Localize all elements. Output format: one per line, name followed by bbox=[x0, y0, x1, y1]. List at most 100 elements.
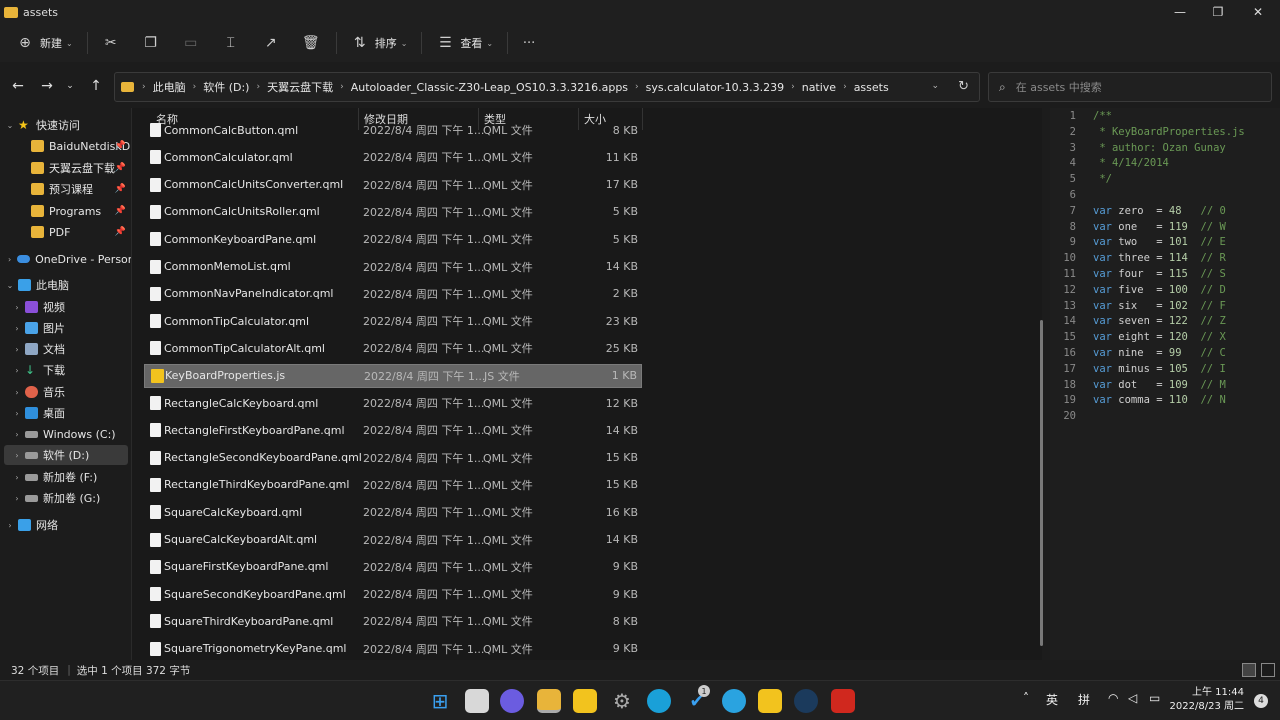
chevron-right-icon[interactable]: › bbox=[5, 521, 15, 530]
back-button[interactable]: ← bbox=[8, 76, 28, 96]
table-row[interactable]: CommonNavPaneIndicator.qml 2022/8/4 周四 下午… bbox=[144, 282, 642, 306]
sidebar-item-programs[interactable]: Programs 📌 bbox=[0, 201, 131, 221]
copy-button[interactable]: ❐ bbox=[142, 28, 160, 58]
chevron-down-icon[interactable]: ⌄ bbox=[5, 121, 15, 130]
edge-browser-icon[interactable] bbox=[647, 689, 671, 713]
recent-chevron-icon[interactable]: ⌄ bbox=[60, 76, 80, 96]
more-button[interactable]: ··· bbox=[520, 28, 538, 58]
address-dropdown-icon[interactable]: ⌄ bbox=[931, 81, 939, 91]
rename-button[interactable]: ⌶ bbox=[222, 28, 240, 58]
sidebar-item-drive-c[interactable]: › Windows (C:) bbox=[0, 424, 131, 444]
table-row[interactable]: CommonCalcUnitsConverter.qml 2022/8/4 周四 … bbox=[144, 173, 642, 197]
sidebar-item-videos[interactable]: › 视频 bbox=[0, 297, 131, 317]
paste-button[interactable]: ▭ bbox=[182, 28, 200, 58]
chevron-right-icon[interactable]: › bbox=[12, 473, 22, 482]
chevron-right-icon[interactable]: › bbox=[12, 388, 22, 397]
table-row[interactable]: SquareThirdKeyboardPane.qml 2022/8/4 周四 下… bbox=[144, 609, 642, 633]
pdf-reader-icon[interactable] bbox=[831, 689, 855, 713]
sidebar-item-drive-f[interactable]: › 新加卷 (F:) bbox=[0, 467, 131, 487]
file-explorer-icon[interactable] bbox=[537, 689, 561, 713]
table-row[interactable]: CommonCalcUnitsRoller.qml 2022/8/4 周四 下午 … bbox=[144, 200, 642, 224]
address-bar[interactable]: › 此电脑 › 软件 (D:) › 天翼云盘下载 › Autoloader_Cl… bbox=[114, 72, 980, 102]
table-row[interactable]: CommonTipCalculator.qml 2022/8/4 周四 下午 1.… bbox=[144, 309, 642, 333]
sidebar-item-tianyi[interactable]: 天翼云盘下载 📌 bbox=[0, 158, 131, 178]
tray-chevron-up-icon[interactable]: ˄ bbox=[1023, 691, 1029, 705]
close-button[interactable]: ✕ bbox=[1240, 0, 1276, 24]
table-row[interactable]: RectangleSecondKeyboardPane.qml 2022/8/4 … bbox=[144, 446, 642, 470]
delete-button[interactable]: 🗑 bbox=[302, 28, 320, 58]
table-row[interactable]: RectangleThirdKeyboardPane.qml 2022/8/4 周… bbox=[144, 473, 642, 497]
chevron-right-icon[interactable]: › bbox=[12, 303, 22, 312]
breadcrumb-item[interactable]: native bbox=[802, 81, 836, 94]
telegram-icon[interactable] bbox=[722, 689, 746, 713]
new-button[interactable]: ⊕ 新建 ⌄ bbox=[16, 28, 73, 58]
chevron-right-icon[interactable]: › bbox=[12, 345, 22, 354]
table-row[interactable]: SquareCalcKeyboardAlt.qml 2022/8/4 周四 下午 … bbox=[144, 528, 642, 552]
table-row[interactable]: CommonCalculator.qml 2022/8/4 周四 下午 1... Q… bbox=[144, 145, 642, 169]
breadcrumb-item[interactable]: 软件 (D:) bbox=[203, 79, 249, 95]
chevron-right-icon[interactable]: › bbox=[12, 430, 22, 439]
sidebar-item-drive-d[interactable]: › 软件 (D:) bbox=[4, 445, 128, 465]
system-clock[interactable]: 上午 11:44 2022/8/23 周二 bbox=[1170, 686, 1244, 714]
details-view-icon[interactable] bbox=[1242, 663, 1256, 677]
sidebar-item-downloads[interactable]: › ↓ 下载 bbox=[0, 360, 131, 380]
cut-button[interactable]: ✂ bbox=[102, 28, 120, 58]
table-row[interactable]: KeyBoardProperties.js 2022/8/4 周四 下午 1...… bbox=[144, 363, 642, 388]
share-button[interactable]: ↗ bbox=[262, 28, 280, 58]
windows-start-icon[interactable]: ⊞ bbox=[428, 689, 452, 713]
task-view-icon[interactable] bbox=[465, 689, 489, 713]
table-row[interactable]: CommonTipCalculatorAlt.qml 2022/8/4 周四 下午… bbox=[144, 336, 642, 360]
table-row[interactable]: RectangleFirstKeyboardPane.qml 2022/8/4 周… bbox=[144, 418, 642, 442]
forward-button[interactable]: → bbox=[37, 76, 57, 96]
maximize-button[interactable]: ❐ bbox=[1200, 0, 1236, 24]
table-row[interactable]: SquareSecondKeyboardPane.qml 2022/8/4 周四 … bbox=[144, 582, 642, 606]
table-row[interactable]: RectangleCalcKeyboard.qml 2022/8/4 周四 下午 … bbox=[144, 391, 642, 415]
wifi-icon[interactable]: ◠ bbox=[1108, 691, 1118, 705]
chevron-right-icon[interactable]: › bbox=[5, 255, 14, 264]
refresh-icon[interactable]: ↻ bbox=[958, 79, 969, 94]
sidebar-item-desktop[interactable]: › 桌面 bbox=[0, 403, 131, 423]
sticky-notes-icon[interactable] bbox=[573, 689, 597, 713]
chevron-right-icon[interactable]: › bbox=[12, 324, 22, 333]
battery-icon[interactable]: ▭ bbox=[1149, 691, 1160, 705]
search-box[interactable]: ⌕ bbox=[988, 72, 1272, 102]
sidebar-item-documents[interactable]: › 文档 bbox=[0, 339, 131, 359]
tiles-view-icon[interactable] bbox=[1261, 663, 1275, 677]
table-row[interactable]: CommonCalcButton.qml 2022/8/4 周四 下午 1... Q… bbox=[144, 118, 642, 142]
table-row[interactable]: CommonMemoList.qml 2022/8/4 周四 下午 1... QML… bbox=[144, 255, 642, 279]
chevron-right-icon[interactable]: › bbox=[12, 366, 22, 375]
chevron-right-icon[interactable]: › bbox=[12, 494, 22, 503]
chat-icon[interactable] bbox=[500, 689, 524, 713]
app-icon[interactable] bbox=[758, 689, 782, 713]
steam-icon[interactable] bbox=[794, 689, 818, 713]
notification-count[interactable]: 4 bbox=[1254, 694, 1268, 708]
breadcrumb-item[interactable]: Autoloader_Classic-Z30-Leap_OS10.3.3.321… bbox=[351, 81, 628, 94]
sidebar-item-onedrive[interactable]: › OneDrive - Persona bbox=[0, 249, 131, 269]
sort-button[interactable]: ⇅ 排序 ⌄ bbox=[351, 28, 408, 58]
sidebar-item-this-pc[interactable]: ⌄ 此电脑 bbox=[0, 275, 131, 295]
sidebar-item-pictures[interactable]: › 图片 bbox=[0, 318, 131, 338]
volume-icon[interactable]: ◁ bbox=[1128, 691, 1137, 705]
breadcrumb-item[interactable]: 天翼云盘下载 bbox=[267, 79, 333, 95]
search-input[interactable] bbox=[1015, 80, 1246, 94]
ime-language[interactable]: 英 bbox=[1046, 691, 1058, 708]
sidebar-item-pdf[interactable]: PDF 📌 bbox=[0, 222, 131, 242]
breadcrumb-item[interactable]: 此电脑 bbox=[153, 79, 186, 95]
table-row[interactable]: CommonKeyboardPane.qml 2022/8/4 周四 下午 1..… bbox=[144, 227, 642, 251]
breadcrumb-item[interactable]: sys.calculator-10.3.3.239 bbox=[646, 81, 784, 94]
settings-gear-icon[interactable]: ⚙ bbox=[610, 689, 634, 713]
view-button[interactable]: ☰ 查看 ⌄ bbox=[436, 28, 493, 58]
sidebar-item-baidunetdisk[interactable]: BaiduNetdiskD 📌 bbox=[0, 136, 131, 156]
column-divider[interactable] bbox=[642, 108, 643, 130]
sidebar-item-drive-g[interactable]: › 新加卷 (G:) bbox=[0, 488, 131, 508]
sidebar-item-network[interactable]: › 网络 bbox=[0, 515, 131, 535]
chevron-down-icon[interactable]: ⌄ bbox=[5, 281, 15, 290]
minimize-button[interactable]: — bbox=[1162, 0, 1198, 24]
table-row[interactable]: SquareFirstKeyboardPane.qml 2022/8/4 周四 下… bbox=[144, 555, 642, 579]
ime-mode[interactable]: 拼 bbox=[1078, 691, 1090, 708]
sidebar-item-music[interactable]: › 音乐 bbox=[0, 382, 131, 402]
sidebar-item-preview-course[interactable]: 预习课程 📌 bbox=[0, 179, 131, 199]
table-row[interactable]: SquareTrigonometryKeyPane.qml 2022/8/4 周四… bbox=[144, 637, 642, 660]
sidebar-item-quick-access[interactable]: ⌄ ★ 快速访问 bbox=[0, 115, 131, 135]
chevron-right-icon[interactable]: › bbox=[12, 409, 22, 418]
